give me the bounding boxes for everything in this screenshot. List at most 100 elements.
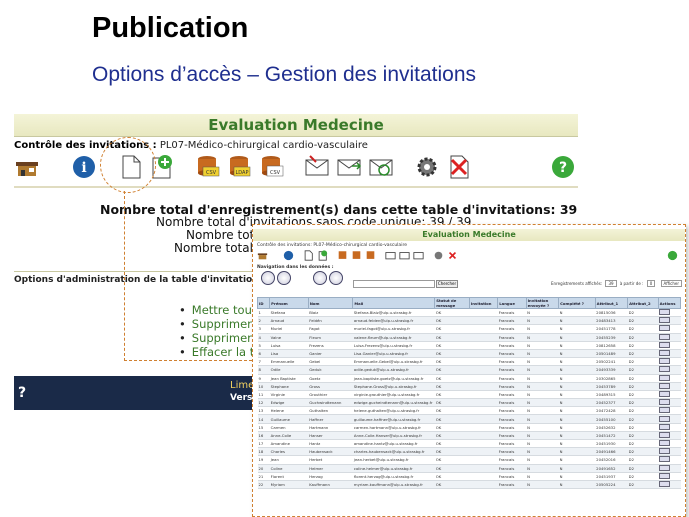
next-page-button[interactable] xyxy=(313,271,327,285)
table-row[interactable]: 4 Valne Fleum valene.fleum@ulp.u-strasbg.fr… xyxy=(257,333,681,342)
table-row[interactable]: 21 Florent Herzog florent.herzog@ulp.u-stra… xyxy=(257,472,681,481)
column-header[interactable]: Complété ? xyxy=(558,297,596,309)
home-icon[interactable] xyxy=(14,154,40,180)
refresh-mail-icon[interactable] xyxy=(413,250,424,261)
column-header[interactable]: Invitation envoyée ? xyxy=(525,297,560,309)
column-header[interactable]: Attribut_2 xyxy=(627,297,659,309)
row-action-buttons[interactable] xyxy=(659,309,671,316)
table-row[interactable]: 8 Odile Geduk odile.geduk@ulp.u-strasbg.fr O… xyxy=(257,365,681,375)
row-action-buttons[interactable] xyxy=(659,440,671,447)
row-action-buttons[interactable] xyxy=(659,374,671,381)
row-action-buttons[interactable] xyxy=(659,341,671,348)
delete-document-icon[interactable] xyxy=(447,250,458,261)
row-action-buttons[interactable] xyxy=(659,333,671,340)
row-action-buttons[interactable] xyxy=(659,382,671,389)
table-cell: Haffner xyxy=(308,414,353,424)
previous-page-button[interactable] xyxy=(277,271,291,285)
row-action-buttons[interactable] xyxy=(659,350,671,357)
column-header[interactable]: Nom xyxy=(307,297,354,309)
apply-button[interactable]: Afficher xyxy=(660,280,682,287)
row-action-buttons[interactable] xyxy=(659,448,671,455)
table-row[interactable]: 2 Arnaud Feldén arnaud.felden@ulp.u-strasbg… xyxy=(257,316,681,326)
column-header[interactable]: Langue xyxy=(497,297,527,309)
table-row[interactable]: 17 Amandine Hantz amandine.hantz@ulp.u-stra… xyxy=(257,439,681,449)
row-action-buttons[interactable] xyxy=(659,317,671,324)
column-header[interactable]: Actions xyxy=(657,297,682,309)
table-row[interactable]: 12 Edwige Guchwindtenann edwige.gucheindten… xyxy=(257,398,681,408)
table-row[interactable]: 11 Virginie Grouthier virginie.grouthier@ul… xyxy=(257,390,681,400)
table-row[interactable]: 10 Stephane Gross Stephane.Gross@ulp.u-stra… xyxy=(257,382,681,391)
search-button[interactable]: Chercher xyxy=(436,280,458,288)
table-row[interactable]: 18 Charles Haubensack charles.haubensack@ul… xyxy=(257,447,681,457)
table-cell: OK xyxy=(434,316,470,326)
info-icon[interactable] xyxy=(283,250,294,261)
table-row[interactable]: 6 Lisa Ganier Lisa.Ganier@ulp.u-strasbg.fr O… xyxy=(257,349,681,359)
shown-count-input[interactable]: 39 xyxy=(605,280,617,287)
table-cell: Emmanuelle xyxy=(269,357,309,367)
send-mail-icon[interactable] xyxy=(385,250,396,261)
table-row[interactable]: 9 Jean Baptiste Goetz jean-baptiste.goetz@u… xyxy=(257,374,681,383)
row-action-buttons[interactable] xyxy=(659,358,671,365)
column-header[interactable]: Invitation xyxy=(468,297,499,309)
row-action-buttons[interactable] xyxy=(659,415,671,422)
row-action-buttons[interactable] xyxy=(659,423,671,430)
row-action-buttons[interactable] xyxy=(659,431,671,438)
csv-import-icon[interactable] xyxy=(337,250,348,261)
send-mail-all-icon[interactable] xyxy=(399,250,410,261)
help-icon[interactable] xyxy=(667,250,678,261)
table-cell: Anne-Colie xyxy=(269,431,309,441)
table-row[interactable]: 15 Carmen Hartmann carmen.hartmann@ulp.u-st… xyxy=(257,423,681,432)
table-cell: valene.fleum@ulp.u-strasbg.fr xyxy=(352,333,435,342)
row-action-buttons[interactable] xyxy=(659,456,671,463)
column-header[interactable]: Statut de message xyxy=(434,297,470,309)
column-header[interactable]: Prénom xyxy=(269,297,309,309)
table-row[interactable]: 16 Anne-Colie Hanser Anne-Colie.Hanser@ulp.… xyxy=(257,431,681,441)
table-row[interactable]: 5 Luisa Frezens Luisa.Frezens@ulp.u-strasbg… xyxy=(257,341,681,350)
table-cell: OK xyxy=(434,324,470,334)
table-row[interactable]: 1 Stefana Blaiz Stefana.Blaiz@ulp.u-strasbg… xyxy=(257,308,681,318)
table-row[interactable]: 13 Helene Guthalten helene.guthalten@ulp.u-… xyxy=(257,406,681,416)
table-row[interactable]: 7 Emmanuelle Gebel Emmanuelle.Gebel@ulp.u-s… xyxy=(257,357,681,367)
first-page-button[interactable] xyxy=(261,271,275,285)
send-mail-all-icon[interactable] xyxy=(336,154,362,180)
ldap-import-icon[interactable]: LDAP xyxy=(226,154,252,180)
add-invitation-icon[interactable] xyxy=(317,250,328,261)
svg-text:i: i xyxy=(81,160,86,176)
table-row[interactable]: 3 Muriel Fagot muriel.fagot@ulp.u-strasbg.f… xyxy=(257,324,681,334)
row-action-buttons[interactable] xyxy=(659,464,671,471)
help-icon[interactable]: ? xyxy=(550,154,576,180)
search-input[interactable] xyxy=(353,280,435,288)
send-mail-icon[interactable] xyxy=(304,154,330,180)
row-action-buttons[interactable] xyxy=(659,325,671,332)
row-action-buttons[interactable] xyxy=(659,407,671,414)
last-page-button[interactable] xyxy=(329,271,343,285)
settings-gear-icon[interactable] xyxy=(414,154,440,180)
column-header[interactable]: Mail xyxy=(352,297,436,309)
navigation-label: Navigation dans les données : xyxy=(257,265,334,270)
table-cell: virginie.grouthier@ulp.u-strasbg.fr xyxy=(352,390,435,400)
column-header[interactable]: Attribut_1 xyxy=(594,297,629,309)
table-row[interactable]: 20 Coline Helmer coline.helmer@ulp.u-strasb… xyxy=(257,464,681,473)
row-action-buttons[interactable] xyxy=(659,399,671,406)
footer-help-button[interactable]: ? xyxy=(18,385,34,401)
row-action-buttons[interactable] xyxy=(659,472,671,479)
refresh-mail-icon[interactable] xyxy=(368,154,394,180)
settings-gear-icon[interactable] xyxy=(433,250,444,261)
row-action-buttons[interactable] xyxy=(659,481,671,488)
home-icon[interactable] xyxy=(257,250,268,261)
delete-document-icon[interactable] xyxy=(446,154,472,180)
ldap-import-icon[interactable] xyxy=(351,250,362,261)
new-document-icon[interactable] xyxy=(303,250,314,261)
table-cell: jean-baptiste.goetz@ulp.u-strasbg.fr xyxy=(352,374,435,383)
column-header[interactable]: ID xyxy=(256,297,271,309)
csv-export-icon[interactable]: CSV xyxy=(258,154,284,180)
table-row[interactable]: 14 Guillaume Haffner guillaume.haffner@ulp.… xyxy=(257,414,681,424)
row-action-buttons[interactable] xyxy=(659,390,671,397)
info-icon[interactable]: i xyxy=(71,154,97,180)
csv-export-icon[interactable] xyxy=(365,250,376,261)
table-row[interactable]: 19 Jean Herbet jean.herbet@ulp.u-strasbg.fr… xyxy=(257,455,681,465)
row-action-buttons[interactable] xyxy=(659,366,671,373)
table-row[interactable]: 22 Myriam Kauffmann myriam.kauffmann@ulp.u-… xyxy=(257,480,681,490)
csv-import-icon[interactable]: CSV xyxy=(194,154,220,180)
from-input[interactable]: 0 xyxy=(646,280,656,287)
